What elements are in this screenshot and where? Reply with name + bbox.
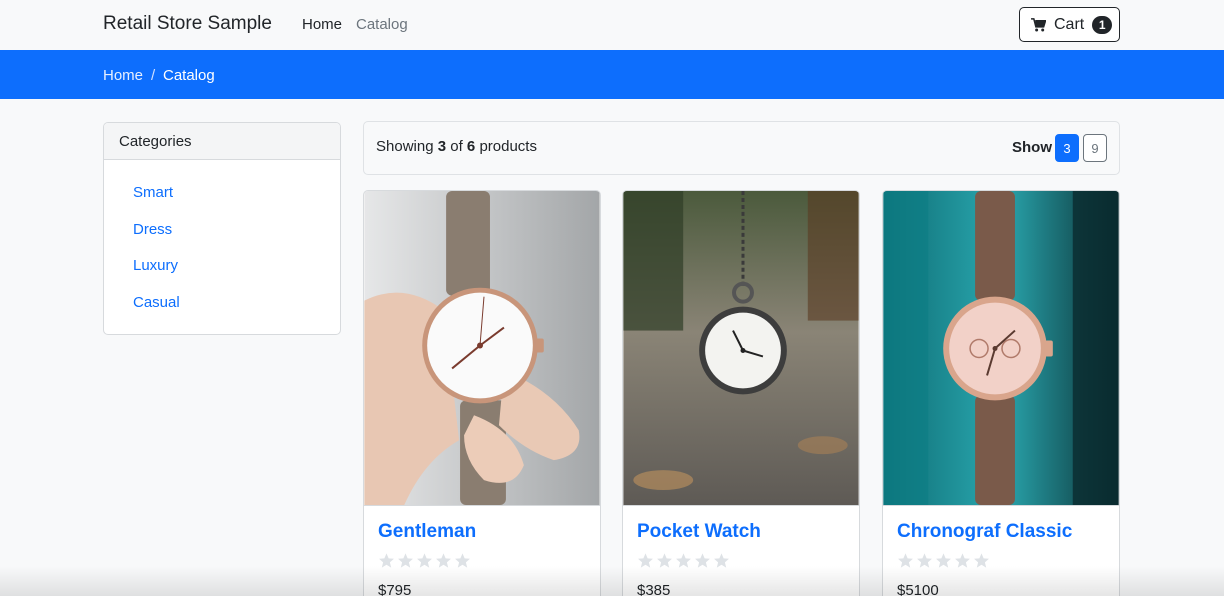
page-size-9-button[interactable]: 9 bbox=[1083, 134, 1107, 162]
product-title[interactable]: Chronograf Classic bbox=[897, 521, 1072, 543]
star-icon bbox=[695, 553, 710, 568]
product-price: $385 bbox=[637, 582, 671, 596]
breadcrumb-home-link[interactable]: Home bbox=[103, 67, 143, 84]
product-card[interactable]: Chronograf Classic $5100 bbox=[882, 190, 1120, 596]
page-size-label: Show bbox=[1012, 139, 1052, 156]
page-size-3-button[interactable]: 3 bbox=[1055, 134, 1079, 162]
product-card[interactable]: Gentleman $795 bbox=[363, 190, 601, 596]
star-icon bbox=[638, 553, 653, 568]
star-icon bbox=[936, 553, 951, 568]
results-suffix: products bbox=[479, 138, 537, 155]
star-icon bbox=[398, 553, 413, 568]
breadcrumb-separator: / bbox=[151, 67, 156, 84]
results-summary-bar: Showing 3 of 6 products Show 3 9 bbox=[363, 121, 1120, 175]
star-icon bbox=[898, 553, 913, 568]
categories-title: Categories bbox=[104, 123, 340, 160]
product-price: $5100 bbox=[897, 582, 939, 596]
star-icon bbox=[955, 553, 970, 568]
nav-link-home[interactable]: Home bbox=[302, 16, 342, 33]
product-image-gentleman-watch[interactable] bbox=[364, 191, 600, 506]
category-link-dress[interactable]: Dress bbox=[104, 221, 340, 258]
category-link-casual[interactable]: Casual bbox=[104, 294, 340, 331]
star-icon bbox=[917, 553, 932, 568]
results-shown-count: 3 bbox=[437, 138, 447, 155]
cart-icon bbox=[1031, 17, 1046, 31]
rating-stars bbox=[897, 552, 990, 569]
cart-label: Cart bbox=[1054, 15, 1085, 33]
product-price: $795 bbox=[378, 582, 412, 596]
star-icon bbox=[436, 553, 451, 568]
top-navbar: Retail Store Sample Home Catalog Cart 1 bbox=[0, 0, 1224, 50]
product-image-chronograf-classic[interactable] bbox=[883, 191, 1119, 506]
product-image-pocket-watch[interactable] bbox=[623, 191, 859, 506]
product-card[interactable]: Pocket Watch $385 bbox=[622, 190, 860, 596]
product-title[interactable]: Pocket Watch bbox=[637, 521, 761, 543]
star-icon bbox=[657, 553, 672, 568]
categories-panel: Categories Smart Dress Luxury Casual bbox=[103, 122, 341, 335]
nav-link-catalog[interactable]: Catalog bbox=[356, 16, 408, 33]
category-link-smart[interactable]: Smart bbox=[104, 184, 340, 221]
results-count-text: Showing 3 of 6 products bbox=[376, 138, 537, 155]
rating-stars bbox=[637, 552, 730, 569]
product-title[interactable]: Gentleman bbox=[378, 521, 476, 543]
categories-list: Smart Dress Luxury Casual bbox=[104, 160, 340, 330]
results-prefix: Showing bbox=[376, 138, 434, 155]
rating-stars bbox=[378, 552, 471, 569]
results-total-count: 6 bbox=[466, 138, 476, 155]
results-of: of bbox=[450, 138, 463, 155]
star-icon bbox=[379, 553, 394, 568]
star-icon bbox=[676, 553, 691, 568]
breadcrumb-current: Catalog bbox=[163, 67, 215, 84]
star-icon bbox=[974, 553, 989, 568]
cart-button[interactable]: Cart 1 bbox=[1019, 7, 1120, 42]
category-link-luxury[interactable]: Luxury bbox=[104, 257, 340, 294]
star-icon bbox=[417, 553, 432, 568]
cart-count-badge: 1 bbox=[1092, 15, 1113, 34]
breadcrumb: Home / Catalog bbox=[0, 50, 1224, 99]
star-icon bbox=[714, 553, 729, 568]
star-icon bbox=[455, 553, 470, 568]
brand-logo[interactable]: Retail Store Sample bbox=[103, 13, 272, 35]
